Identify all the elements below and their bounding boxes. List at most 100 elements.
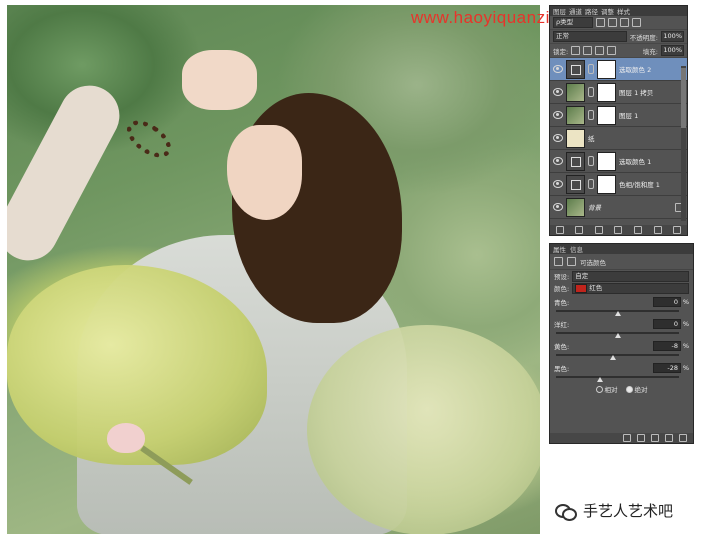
tab-styles[interactable]: 样式	[617, 6, 630, 16]
layer-filter-dropdown[interactable]: ρ类型	[553, 17, 593, 28]
eye-icon[interactable]	[553, 65, 563, 73]
blend-mode-select[interactable]: 正常	[553, 31, 627, 42]
layer-mask-thumbnail[interactable]	[597, 151, 616, 171]
eye-icon[interactable]	[553, 180, 563, 188]
lock-move-icon[interactable]	[595, 46, 605, 55]
layer-row[interactable]: 色相/饱和度 1	[550, 173, 687, 196]
opacity-input[interactable]: 100%	[661, 31, 684, 42]
slider-header: 青色: 0%	[554, 296, 689, 307]
layer-thumbnail	[566, 59, 585, 79]
layer-mask-thumbnail[interactable]	[597, 59, 616, 79]
radio-dot-absolute	[625, 385, 633, 393]
eye-icon[interactable]	[553, 88, 563, 96]
layers-panel-tabs: 图层 通道 路径 调整 样式	[550, 6, 687, 16]
blend-row: 正常 不透明度: 100%	[550, 30, 687, 44]
chain-link-icon[interactable]	[588, 156, 594, 166]
slider-header: 洋红: 0%	[554, 318, 689, 329]
slider-knob[interactable]	[597, 377, 604, 382]
chain-link-icon[interactable]	[588, 64, 594, 74]
visibility-icon[interactable]	[665, 434, 673, 442]
layer-row[interactable]: 图层 1 拷贝	[550, 81, 687, 104]
trash-icon[interactable]	[673, 226, 682, 234]
eye-icon[interactable]	[553, 157, 563, 165]
properties-panel: 属性 信息 可选颜色 预设: 自定 颜色: 红色 青色: 0% 洋红: 0% 黄色: -8…	[549, 243, 694, 444]
slider-track[interactable]	[556, 354, 679, 360]
layers-footer	[550, 225, 687, 235]
method-relative-radio[interactable]: 相对	[595, 384, 618, 394]
filter-shape-icon[interactable]	[632, 18, 641, 27]
slider-label: 黄色:	[554, 342, 570, 351]
fx-icon[interactable]	[575, 226, 584, 234]
layer-row[interactable]: 背景	[550, 196, 687, 219]
layers-scroll-thumb[interactable]	[681, 68, 686, 128]
slider-value-input[interactable]: -28	[653, 362, 681, 373]
lock-label: 锁定:	[553, 47, 569, 56]
eye-icon[interactable]	[553, 203, 563, 211]
eye-icon[interactable]	[553, 111, 563, 119]
add-mask-icon[interactable]	[594, 226, 603, 234]
colors-select[interactable]: 红色	[572, 282, 689, 294]
slider-track[interactable]	[556, 332, 679, 338]
method-relative-label: 相对	[604, 386, 618, 394]
layer-mask-thumbnail[interactable]	[597, 105, 616, 125]
layer-name: 选取颜色 2	[619, 66, 652, 74]
new-group-icon[interactable]	[634, 226, 643, 234]
layer-name: 纸	[588, 135, 595, 143]
filter-type-icon[interactable]	[620, 18, 629, 27]
layer-row[interactable]: 图层 1	[550, 104, 687, 127]
clip-to-layer-icon[interactable]	[623, 434, 631, 442]
new-adjustment-icon[interactable]	[614, 226, 623, 234]
layer-row[interactable]: 选取颜色 2	[550, 58, 687, 81]
method-absolute-radio[interactable]: 绝对	[625, 384, 648, 394]
slider-knob[interactable]	[614, 333, 621, 338]
chain-link-icon[interactable]	[588, 87, 594, 97]
tab-properties[interactable]: 属性	[553, 244, 566, 254]
chain-link-icon[interactable]	[588, 110, 594, 120]
delete-adjustment-icon[interactable]	[679, 434, 687, 442]
slider-label: 青色:	[554, 298, 570, 307]
layer-row[interactable]: 纸	[550, 127, 687, 150]
layer-thumbnail	[566, 128, 585, 148]
new-layer-icon[interactable]	[653, 226, 662, 234]
slider-track[interactable]	[556, 310, 679, 316]
tab-paths[interactable]: 路径	[585, 6, 598, 16]
slider-value-input[interactable]: -8	[653, 340, 681, 351]
filter-adjustment-icon[interactable]	[608, 18, 617, 27]
fill-input[interactable]: 100%	[661, 45, 684, 56]
layer-thumbnail	[566, 105, 585, 125]
layer-thumbnail	[566, 82, 585, 102]
tab-channels[interactable]: 通道	[569, 6, 582, 16]
properties-tabs: 属性 信息	[550, 244, 693, 254]
preset-select[interactable]: 自定	[572, 270, 689, 282]
layer-name: 图层 1	[619, 112, 639, 120]
method-absolute-label: 绝对	[634, 386, 648, 394]
lock-transparent-icon[interactable]	[571, 46, 581, 55]
slider-knob[interactable]	[614, 311, 621, 316]
layer-row[interactable]: 选取颜色 1	[550, 150, 687, 173]
slider-track[interactable]	[556, 376, 679, 382]
slider-value-input[interactable]: 0	[653, 296, 681, 307]
view-previous-icon[interactable]	[637, 434, 645, 442]
layer-name: 图层 1 拷贝	[619, 89, 654, 97]
girl-face	[227, 125, 302, 220]
canvas-photo	[7, 5, 540, 534]
lock-all-icon[interactable]	[607, 46, 617, 55]
layer-mask-thumbnail[interactable]	[597, 174, 616, 194]
reset-icon[interactable]	[651, 434, 659, 442]
mask-icon[interactable]	[567, 257, 576, 266]
slider-knob[interactable]	[609, 355, 616, 360]
layer-mask-thumbnail[interactable]	[597, 82, 616, 102]
filter-pixel-icon[interactable]	[596, 18, 605, 27]
tab-adjustments[interactable]: 调整	[601, 6, 614, 16]
lock-brush-icon[interactable]	[583, 46, 593, 55]
slider-label: 黑色:	[554, 364, 570, 373]
eye-icon[interactable]	[553, 134, 563, 142]
radio-dot-relative	[595, 385, 603, 393]
opacity-label: 不透明度:	[629, 33, 658, 42]
chain-link-icon[interactable]	[588, 179, 594, 189]
slider-value-input[interactable]: 0	[653, 318, 681, 329]
layers-scrollbar[interactable]	[681, 66, 686, 221]
link-layers-icon[interactable]	[555, 226, 564, 234]
tab-info[interactable]: 信息	[570, 244, 583, 254]
tab-layers[interactable]: 图层	[553, 6, 566, 16]
